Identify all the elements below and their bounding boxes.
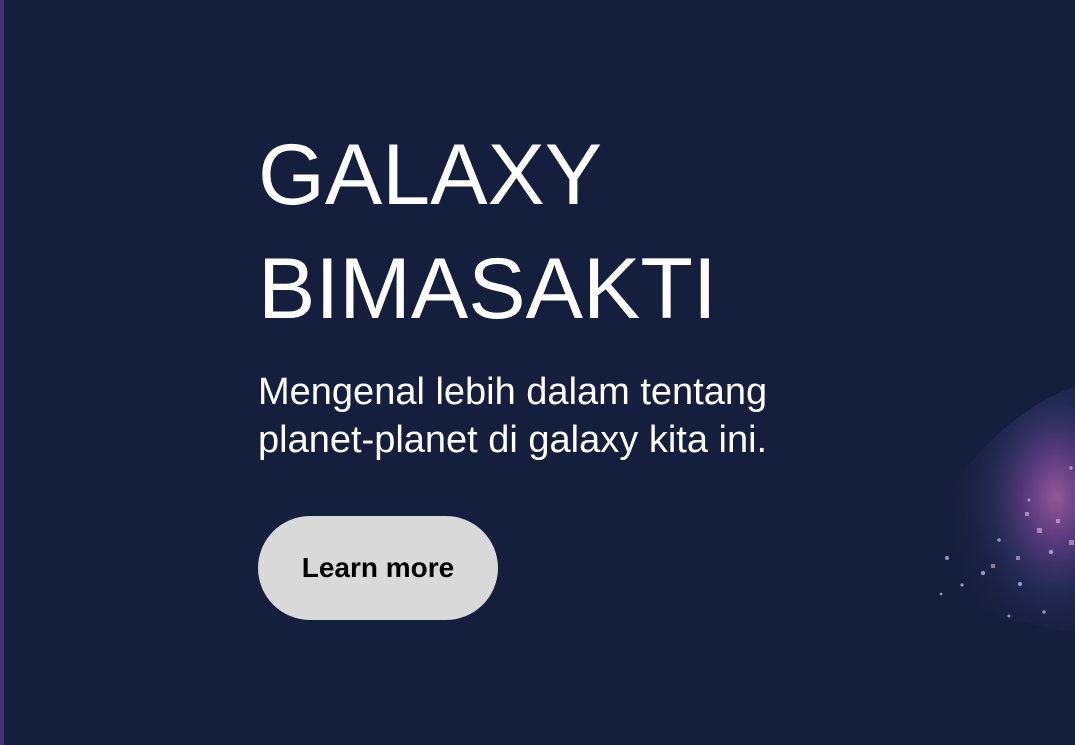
hero-title: GALAXY BIMASAKTI [258,118,858,346]
learn-more-button[interactable]: Learn more [258,516,498,620]
left-accent-border [0,0,4,745]
hero-section: GALAXY BIMASAKTI Mengenal lebih dalam te… [258,118,858,620]
galaxy-nebula-image [918,386,1075,635]
hero-subtitle-line-1: Mengenal lebih dalam tentang [258,371,768,413]
hero-title-line-2: BIMASAKTI [258,241,717,337]
hero-subtitle-line-2: planet-planet di galaxy kita ini. [258,419,768,461]
landing-page: GALAXY BIMASAKTI Mengenal lebih dalam te… [0,0,1075,745]
hero-title-line-1: GALAXY [258,127,603,223]
hero-subtitle: Mengenal lebih dalam tentang planet-plan… [258,368,838,464]
